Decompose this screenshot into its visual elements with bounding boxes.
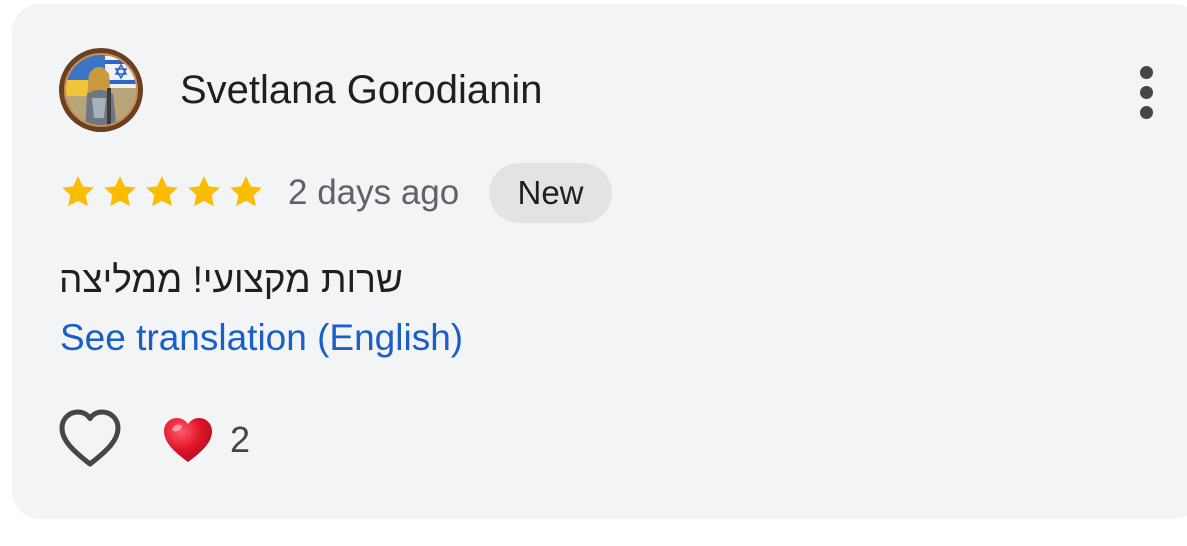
like-button[interactable] — [58, 408, 122, 470]
star-icon — [146, 176, 178, 207]
reaction-count: 2 — [230, 419, 251, 460]
new-badge: New — [489, 163, 612, 223]
review-text: שרות מקצועי! ממליצה — [59, 259, 403, 300]
star-icon — [188, 176, 220, 207]
more-vert-icon-dot — [1139, 105, 1153, 119]
star-rating — [58, 172, 266, 212]
see-translation-link[interactable]: See translation (English) — [60, 316, 463, 360]
more-vert-icon — [1139, 65, 1153, 79]
red-heart-icon — [164, 418, 212, 462]
star-icon — [62, 176, 94, 207]
author-name[interactable]: Svetlana Gorodianin — [180, 66, 542, 114]
heart-outline-icon — [59, 409, 121, 467]
more-options-button[interactable] — [1126, 62, 1166, 122]
more-vert-icon-dot — [1139, 85, 1153, 99]
review-card: Svetlana Gorodianin 2 days ago New שרות … — [12, 4, 1187, 519]
avatar[interactable] — [59, 48, 143, 132]
star-icon — [104, 176, 136, 207]
star-icon — [230, 176, 262, 207]
reaction-summary[interactable]: 2 — [162, 414, 250, 466]
review-time: 2 days ago — [288, 173, 460, 212]
avatar-image — [59, 48, 143, 132]
